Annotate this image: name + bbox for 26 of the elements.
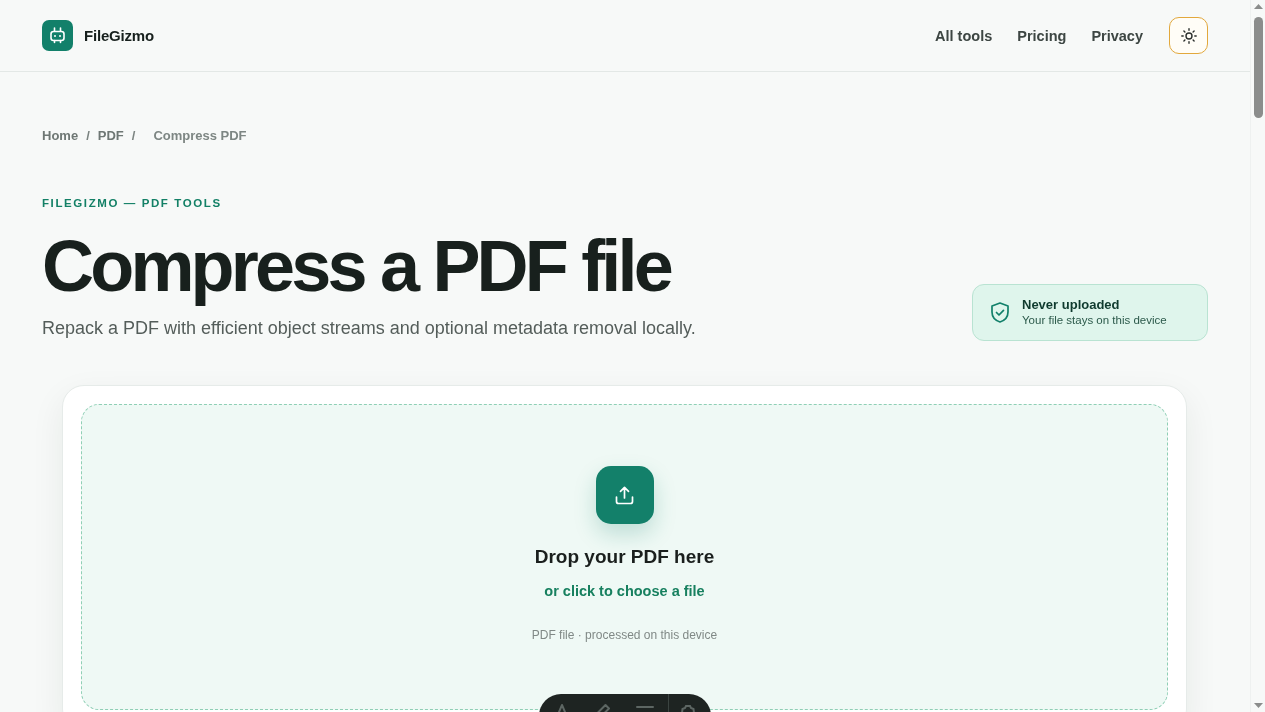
drop-hint: PDF file · processed on this device	[531, 627, 718, 643]
breadcrumb-current: Compress PDF	[153, 128, 247, 144]
breadcrumb-separator: /	[86, 128, 90, 144]
eyebrow-label: FILEGIZMO — PDF TOOLS	[42, 196, 223, 210]
breadcrumb-link[interactable]: PDF	[97, 128, 124, 144]
breadcrumb-link[interactable]: Home	[42, 128, 79, 144]
nav-link[interactable]: Privacy	[1091, 27, 1143, 44]
robot-logo-icon	[42, 20, 73, 51]
scroll-up-icon[interactable]	[1253, 4, 1263, 9]
shield-check-icon	[990, 302, 1010, 323]
nav-link[interactable]: All tools	[935, 27, 993, 44]
nav-link[interactable]: Pricing	[1017, 27, 1067, 44]
drop-zone[interactable]: Drop your PDF here or click to choose a file PDF file · processed on this device	[81, 404, 1168, 710]
breadcrumb-separator: /	[131, 128, 136, 144]
brand-name[interactable]: FileGizmo	[84, 27, 154, 44]
upload-button[interactable]	[595, 466, 654, 524]
theme-toggle-button[interactable]	[1169, 17, 1208, 54]
upload-icon	[615, 485, 634, 505]
drop-title: Drop your PDF here	[534, 545, 715, 569]
scrollbar-thumb[interactable]	[1253, 17, 1263, 118]
choose-file-link[interactable]: or click to choose a file	[544, 582, 705, 600]
page-subtitle: Repack a PDF with efficient object streams and optional metadata removal locally.	[42, 317, 696, 339]
scroll-down-icon[interactable]	[1253, 703, 1263, 708]
sun-icon	[1180, 27, 1197, 44]
badge-text: Your file stays on this device	[1022, 313, 1167, 328]
badge-title: Never uploaded	[1022, 297, 1121, 313]
